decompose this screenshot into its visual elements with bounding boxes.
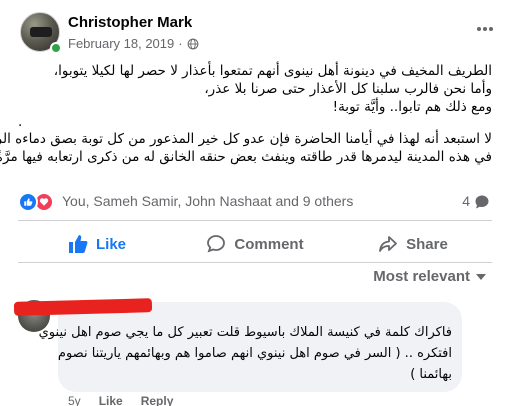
comment-like-link[interactable]: Like: [99, 394, 123, 406]
post-line: الطريف المخيف في دينونة أهل نينوى أنهم ت…: [53, 63, 492, 79]
caret-down-icon: [476, 273, 486, 280]
share-icon: [379, 236, 398, 252]
reaction-icons[interactable]: [18, 192, 58, 212]
post-meta: February 18, 2019 ·: [68, 36, 199, 51]
comment-sort-dropdown[interactable]: Most relevant: [373, 268, 486, 285]
divider: [18, 262, 492, 263]
post-line: .: [18, 114, 23, 130]
comment-icon: [207, 235, 226, 253]
reaction-names[interactable]: You, Sameh Samir, John Nashaat and 9 oth…: [62, 193, 353, 209]
post-line: وأما نحن فالرب سلبنا كل الأعذار حتى صرنا…: [204, 81, 492, 97]
comment-time[interactable]: 5y: [68, 394, 81, 406]
share-label: Share: [406, 235, 448, 253]
comment-reply-link[interactable]: Reply: [141, 394, 174, 406]
share-button[interactable]: Share: [334, 228, 492, 260]
globe-icon[interactable]: [187, 38, 199, 50]
meta-separator: ·: [178, 36, 183, 51]
reactions-summary: You, Sameh Samir, John Nashaat and 9 oth…: [18, 190, 492, 214]
comment-line: فاكراك كلمة في كنيسة الملاك باسيوط قلت ت…: [38, 325, 452, 340]
like-reaction-icon: [18, 192, 38, 212]
comment-label: Comment: [234, 235, 304, 253]
post-actions: Like Comment Share: [18, 228, 492, 260]
comment-button[interactable]: Comment: [176, 228, 334, 260]
comment-body: فاكراك كلمة في كنيسة الملاك باسيوط قلت ت…: [38, 322, 452, 385]
like-label: Like: [95, 235, 126, 253]
divider: [18, 220, 492, 221]
post-date[interactable]: February 18, 2019: [68, 36, 174, 51]
comment-line: بهائمنا ): [410, 367, 452, 382]
comment-meta: 5y Like Reply: [68, 394, 173, 406]
comment-bubble-icon: [475, 195, 489, 209]
more-options-button[interactable]: [474, 18, 496, 40]
post-header: Christopher Mark February 18, 2019 ·: [20, 12, 500, 56]
post-line: في هذه المدينة ليدمرها قدر طاقته وينفث ب…: [0, 149, 492, 165]
author-name[interactable]: Christopher Mark: [68, 14, 192, 31]
thumbs-up-icon: [68, 235, 88, 253]
post-line: ومع ذلك هم تابوا.. وأيَّة توبة!: [332, 99, 492, 115]
like-button[interactable]: Like: [18, 228, 176, 260]
post-line: لا استبعد أنه لهذا في أيامنا الحاضرة فإن…: [0, 131, 492, 147]
comment-count[interactable]: 4: [462, 193, 470, 209]
post-body: الطريف المخيف في دينونة أهل نينوى أنهم ت…: [0, 62, 492, 166]
more-horizontal-icon: [477, 27, 493, 31]
comment-line: افتكره .. ( السر في صوم اهل نينوي انهم ص…: [57, 346, 452, 361]
online-status-dot: [50, 42, 62, 54]
sort-label: Most relevant: [373, 268, 470, 285]
